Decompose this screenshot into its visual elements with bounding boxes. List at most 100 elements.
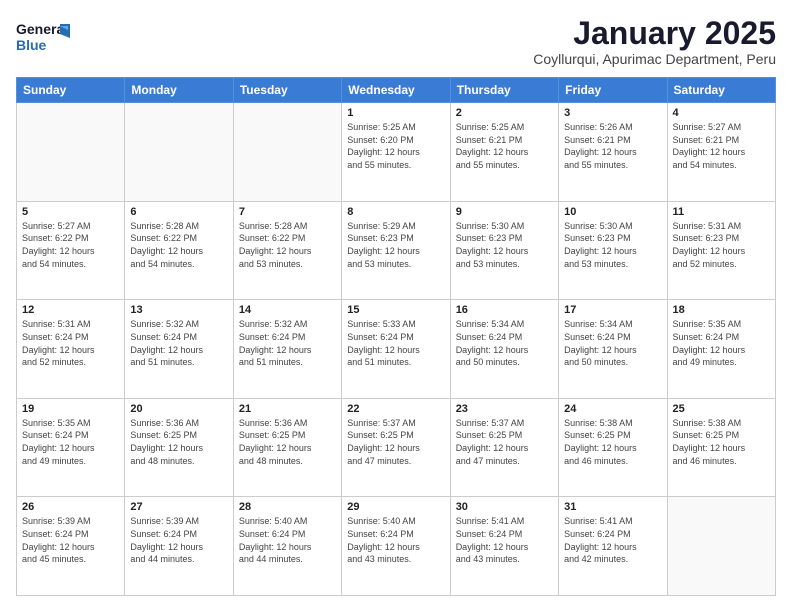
day-info: Sunrise: 5:38 AM Sunset: 6:25 PM Dayligh… <box>673 417 770 467</box>
calendar-table: Sunday Monday Tuesday Wednesday Thursday… <box>16 77 776 596</box>
table-row: 11 Sunrise: 5:31 AM Sunset: 6:23 PM Dayli… <box>667 201 775 300</box>
table-row: 31Sunrise: 5:41 AM Sunset: 6:24 PM Dayli… <box>559 497 667 596</box>
day-info: Sunrise: 5:41 AM Sunset: 6:24 PM Dayligh… <box>456 515 553 565</box>
calendar-week-row: 1 Sunrise: 5:25 AM Sunset: 6:20 PM Daylig… <box>17 103 776 202</box>
day-number: 2 <box>456 107 553 119</box>
day-info: Sunrise: 5:25 AM Sunset: 6:20 PM Dayligh… <box>347 121 444 171</box>
table-row <box>17 103 125 202</box>
day-number: 21 <box>239 403 336 415</box>
table-row: 20 Sunrise: 5:36 AM Sunset: 6:25 PM Dayli… <box>125 398 233 497</box>
day-info: Sunrise: 5:28 AM Sunset: 6:22 PM Dayligh… <box>239 220 336 270</box>
day-info: Sunrise: 5:36 AM Sunset: 6:25 PM Dayligh… <box>130 417 227 467</box>
day-number: 18 <box>673 304 770 316</box>
table-row: 28 Sunrise: 5:40 AM Sunset: 6:24 PM Dayli… <box>233 497 341 596</box>
day-info: Sunrise: 5:27 AM Sunset: 6:22 PM Dayligh… <box>22 220 119 270</box>
table-row <box>125 103 233 202</box>
svg-text:Blue: Blue <box>16 37 47 53</box>
day-number: 1 <box>347 107 444 119</box>
table-row: 23Sunrise: 5:37 AM Sunset: 6:25 PM Dayli… <box>450 398 558 497</box>
day-number: 11 <box>673 206 770 218</box>
calendar-week-row: 12Sunrise: 5:31 AM Sunset: 6:24 PM Dayli… <box>17 300 776 399</box>
day-info: Sunrise: 5:35 AM Sunset: 6:24 PM Dayligh… <box>22 417 119 467</box>
table-row: 19 Sunrise: 5:35 AM Sunset: 6:24 PM Dayli… <box>17 398 125 497</box>
logo: General Blue <box>16 16 71 56</box>
calendar-week-row: 5 Sunrise: 5:27 AM Sunset: 6:22 PM Daylig… <box>17 201 776 300</box>
day-info: Sunrise: 5:31 AM Sunset: 6:23 PM Dayligh… <box>673 220 770 270</box>
day-number: 19 <box>22 403 119 415</box>
day-number: 22 <box>347 403 444 415</box>
col-monday: Monday <box>125 78 233 103</box>
table-row: 1 Sunrise: 5:25 AM Sunset: 6:20 PM Daylig… <box>342 103 450 202</box>
day-number: 30 <box>456 501 553 513</box>
day-info: Sunrise: 5:28 AM Sunset: 6:22 PM Dayligh… <box>130 220 227 270</box>
day-number: 10 <box>564 206 661 218</box>
table-row: 18 Sunrise: 5:35 AM Sunset: 6:24 PM Dayli… <box>667 300 775 399</box>
calendar-week-row: 19 Sunrise: 5:35 AM Sunset: 6:24 PM Dayli… <box>17 398 776 497</box>
table-row <box>667 497 775 596</box>
day-info: Sunrise: 5:39 AM Sunset: 6:24 PM Dayligh… <box>130 515 227 565</box>
day-number: 17 <box>564 304 661 316</box>
table-row: 7 Sunrise: 5:28 AM Sunset: 6:22 PM Daylig… <box>233 201 341 300</box>
day-info: Sunrise: 5:35 AM Sunset: 6:24 PM Dayligh… <box>673 318 770 368</box>
table-row: 21Sunrise: 5:36 AM Sunset: 6:25 PM Dayli… <box>233 398 341 497</box>
table-row: 27Sunrise: 5:39 AM Sunset: 6:24 PM Dayli… <box>125 497 233 596</box>
table-row: 29 Sunrise: 5:40 AM Sunset: 6:24 PM Dayli… <box>342 497 450 596</box>
day-number: 20 <box>130 403 227 415</box>
day-number: 25 <box>673 403 770 415</box>
day-number: 31 <box>564 501 661 513</box>
table-row: 10 Sunrise: 5:30 AM Sunset: 6:23 PM Dayli… <box>559 201 667 300</box>
day-number: 7 <box>239 206 336 218</box>
day-number: 5 <box>22 206 119 218</box>
day-info: Sunrise: 5:30 AM Sunset: 6:23 PM Dayligh… <box>456 220 553 270</box>
table-row: 26Sunrise: 5:39 AM Sunset: 6:24 PM Dayli… <box>17 497 125 596</box>
day-number: 23 <box>456 403 553 415</box>
table-row: 9 Sunrise: 5:30 AM Sunset: 6:23 PM Daylig… <box>450 201 558 300</box>
day-number: 26 <box>22 501 119 513</box>
table-row: 14 Sunrise: 5:32 AM Sunset: 6:24 PM Dayli… <box>233 300 341 399</box>
table-row: 5 Sunrise: 5:27 AM Sunset: 6:22 PM Daylig… <box>17 201 125 300</box>
month-title: January 2025 <box>533 16 776 51</box>
day-number: 29 <box>347 501 444 513</box>
day-info: Sunrise: 5:27 AM Sunset: 6:21 PM Dayligh… <box>673 121 770 171</box>
table-row: 12Sunrise: 5:31 AM Sunset: 6:24 PM Dayli… <box>17 300 125 399</box>
day-number: 9 <box>456 206 553 218</box>
table-row: 4 Sunrise: 5:27 AM Sunset: 6:21 PM Daylig… <box>667 103 775 202</box>
table-row: 16Sunrise: 5:34 AM Sunset: 6:24 PM Dayli… <box>450 300 558 399</box>
day-info: Sunrise: 5:31 AM Sunset: 6:24 PM Dayligh… <box>22 318 119 368</box>
col-tuesday: Tuesday <box>233 78 341 103</box>
header: General Blue January 2025 Coyllurqui, Ap… <box>16 16 776 67</box>
day-number: 14 <box>239 304 336 316</box>
table-row: 8 Sunrise: 5:29 AM Sunset: 6:23 PM Daylig… <box>342 201 450 300</box>
day-info: Sunrise: 5:32 AM Sunset: 6:24 PM Dayligh… <box>130 318 227 368</box>
logo-icon: General Blue <box>16 16 71 56</box>
day-number: 3 <box>564 107 661 119</box>
day-number: 24 <box>564 403 661 415</box>
col-saturday: Saturday <box>667 78 775 103</box>
day-info: Sunrise: 5:33 AM Sunset: 6:24 PM Dayligh… <box>347 318 444 368</box>
table-row: 25 Sunrise: 5:38 AM Sunset: 6:25 PM Dayli… <box>667 398 775 497</box>
day-info: Sunrise: 5:38 AM Sunset: 6:25 PM Dayligh… <box>564 417 661 467</box>
day-info: Sunrise: 5:25 AM Sunset: 6:21 PM Dayligh… <box>456 121 553 171</box>
title-block: January 2025 Coyllurqui, Apurimac Depart… <box>533 16 776 67</box>
table-row: 24 Sunrise: 5:38 AM Sunset: 6:25 PM Dayli… <box>559 398 667 497</box>
day-info: Sunrise: 5:40 AM Sunset: 6:24 PM Dayligh… <box>239 515 336 565</box>
day-info: Sunrise: 5:32 AM Sunset: 6:24 PM Dayligh… <box>239 318 336 368</box>
col-sunday: Sunday <box>17 78 125 103</box>
table-row: 6 Sunrise: 5:28 AM Sunset: 6:22 PM Daylig… <box>125 201 233 300</box>
day-number: 13 <box>130 304 227 316</box>
day-info: Sunrise: 5:26 AM Sunset: 6:21 PM Dayligh… <box>564 121 661 171</box>
day-number: 15 <box>347 304 444 316</box>
day-number: 4 <box>673 107 770 119</box>
day-info: Sunrise: 5:30 AM Sunset: 6:23 PM Dayligh… <box>564 220 661 270</box>
day-info: Sunrise: 5:34 AM Sunset: 6:24 PM Dayligh… <box>456 318 553 368</box>
table-row: 2 Sunrise: 5:25 AM Sunset: 6:21 PM Daylig… <box>450 103 558 202</box>
day-info: Sunrise: 5:29 AM Sunset: 6:23 PM Dayligh… <box>347 220 444 270</box>
page: General Blue January 2025 Coyllurqui, Ap… <box>0 0 792 612</box>
table-row: 30 Sunrise: 5:41 AM Sunset: 6:24 PM Dayli… <box>450 497 558 596</box>
day-info: Sunrise: 5:40 AM Sunset: 6:24 PM Dayligh… <box>347 515 444 565</box>
day-number: 6 <box>130 206 227 218</box>
location-subtitle: Coyllurqui, Apurimac Department, Peru <box>533 51 776 67</box>
calendar-header-row: Sunday Monday Tuesday Wednesday Thursday… <box>17 78 776 103</box>
day-number: 28 <box>239 501 336 513</box>
day-number: 8 <box>347 206 444 218</box>
